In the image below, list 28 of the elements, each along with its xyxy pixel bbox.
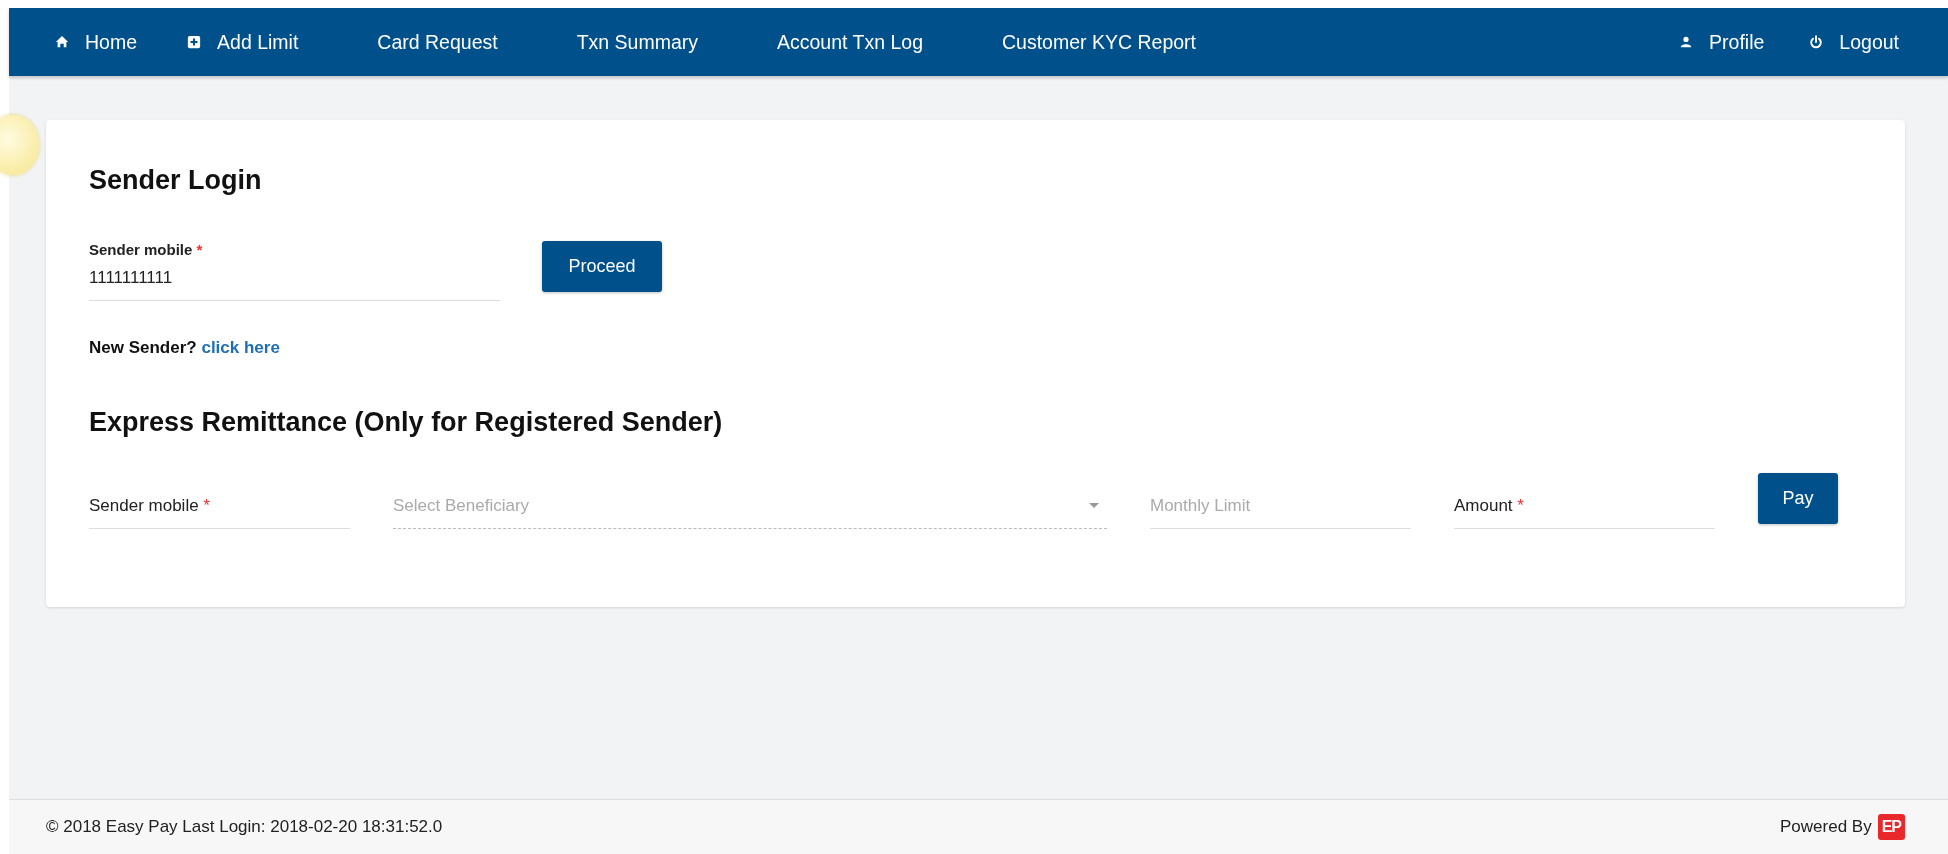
section-title: Express Remittance (Only for Registered Sender) — [89, 406, 724, 438]
click-here-link[interactable]: click here — [201, 338, 280, 357]
input-field[interactable]: Sender mobile * 1111111111 — [89, 241, 500, 301]
nav-link[interactable]: Profile — [1679, 30, 1765, 54]
glow-circle-icon — [0, 115, 39, 175]
person-icon — [1679, 35, 1694, 49]
home-icon — [55, 35, 69, 49]
section-title: Sender Login — [89, 164, 263, 196]
nav-link[interactable]: Home — [55, 30, 138, 54]
logo: EP — [1877, 814, 1905, 840]
nav-link[interactable]: Customer KYC Report — [1002, 30, 1196, 54]
nav-link[interactable]: Add Limit — [187, 30, 299, 54]
pay-button[interactable]: Pay — [1758, 473, 1838, 524]
new-sender-text: New Sender? click here — [89, 338, 281, 358]
powered-by-text: Powered By — [1780, 817, 1872, 837]
caret-icon — [1089, 503, 1099, 509]
proceed-button[interactable]: Proceed — [542, 241, 662, 292]
nav-link[interactable]: Card Request — [377, 30, 498, 54]
nav-link[interactable]: Txn Summary — [576, 30, 698, 54]
field-label: Sender mobile * — [89, 241, 204, 258]
plus-square-icon — [187, 35, 202, 49]
nav-link[interactable]: Account Txn Log — [777, 30, 923, 54]
footer-text: © 2018 Easy Pay Last Login: 2018-02-20 18:31:52.0 — [46, 817, 443, 837]
input-field[interactable]: Amount * — [1454, 496, 1715, 529]
input-field[interactable]: Sender mobile * — [89, 496, 350, 529]
nav-link[interactable]: Logout — [1809, 30, 1899, 54]
field-value: 1111111111 — [89, 268, 174, 288]
power-icon — [1809, 35, 1824, 49]
